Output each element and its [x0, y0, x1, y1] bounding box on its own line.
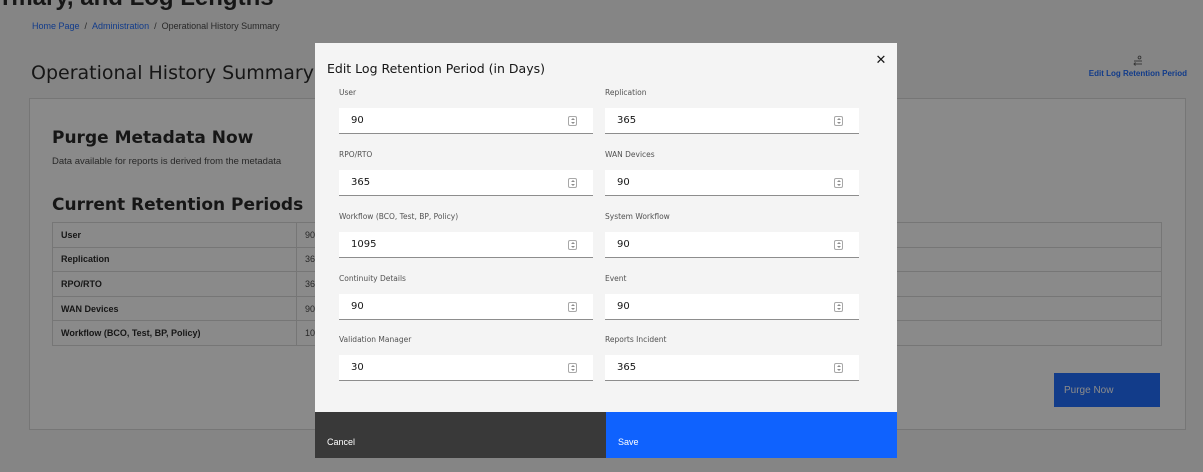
stepper-icon[interactable] — [568, 178, 577, 188]
field-label: User — [339, 88, 357, 97]
field-label: System Workflow — [605, 212, 670, 221]
replication-input[interactable]: 365 — [605, 108, 859, 134]
input-value: 1095 — [351, 239, 377, 250]
field-label: Replication — [605, 88, 647, 97]
stepper-icon[interactable] — [568, 363, 577, 373]
modal-title: Edit Log Retention Period (in Days) — [327, 61, 545, 76]
user-input[interactable]: 90 — [339, 108, 593, 134]
input-value: 365 — [617, 115, 637, 126]
reports-incident-input[interactable]: 365 — [605, 355, 859, 381]
field-system-workflow: System Workflow 90 — [605, 212, 859, 258]
field-workflow: Workflow (BCO, Test, BP, Policy) 1095 — [339, 212, 593, 258]
field-validation-manager: Validation Manager 30 — [339, 335, 593, 381]
field-label: Workflow (BCO, Test, BP, Policy) — [339, 212, 459, 221]
field-reports-incident: Reports Incident 365 — [605, 335, 859, 381]
stepper-icon[interactable] — [568, 240, 577, 250]
validation-manager-input[interactable]: 30 — [339, 355, 593, 381]
field-label: WAN Devices — [605, 150, 655, 159]
event-input[interactable]: 90 — [605, 294, 859, 320]
field-label: Reports Incident — [605, 335, 667, 344]
input-value: 90 — [617, 239, 630, 250]
modal-footer: Cancel Save — [315, 412, 897, 458]
save-button[interactable]: Save — [606, 412, 897, 458]
field-wan-devices: WAN Devices 90 — [605, 150, 859, 196]
stepper-icon[interactable] — [834, 116, 843, 126]
edit-retention-modal: Edit Log Retention Period (in Days) ✕ Us… — [315, 43, 897, 458]
system-workflow-input[interactable]: 90 — [605, 232, 859, 258]
rpo-rto-input[interactable]: 365 — [339, 170, 593, 196]
field-event: Event 90 — [605, 274, 859, 320]
stepper-icon[interactable] — [834, 302, 843, 312]
close-icon[interactable]: ✕ — [873, 53, 889, 69]
wan-devices-input[interactable]: 90 — [605, 170, 859, 196]
cancel-button[interactable]: Cancel — [315, 412, 606, 458]
input-value: 90 — [351, 115, 364, 126]
input-value: 365 — [617, 362, 637, 373]
field-label: Validation Manager — [339, 335, 412, 344]
input-value: 90 — [617, 301, 630, 312]
stepper-icon[interactable] — [834, 363, 843, 373]
field-label: Event — [605, 274, 627, 283]
field-rpo-rto: RPO/RTO 365 — [339, 150, 593, 196]
stepper-icon[interactable] — [834, 240, 843, 250]
input-value: 30 — [351, 362, 364, 373]
field-label: RPO/RTO — [339, 150, 373, 159]
field-replication: Replication 365 — [605, 88, 859, 134]
field-continuity-details: Continuity Details 90 — [339, 274, 593, 320]
continuity-details-input[interactable]: 90 — [339, 294, 593, 320]
field-label: Continuity Details — [339, 274, 406, 283]
input-value: 365 — [351, 177, 371, 188]
workflow-input[interactable]: 1095 — [339, 232, 593, 258]
input-value: 90 — [351, 301, 364, 312]
field-user: User 90 — [339, 88, 593, 134]
stepper-icon[interactable] — [834, 178, 843, 188]
stepper-icon[interactable] — [568, 302, 577, 312]
stepper-icon[interactable] — [568, 116, 577, 126]
input-value: 90 — [617, 177, 630, 188]
